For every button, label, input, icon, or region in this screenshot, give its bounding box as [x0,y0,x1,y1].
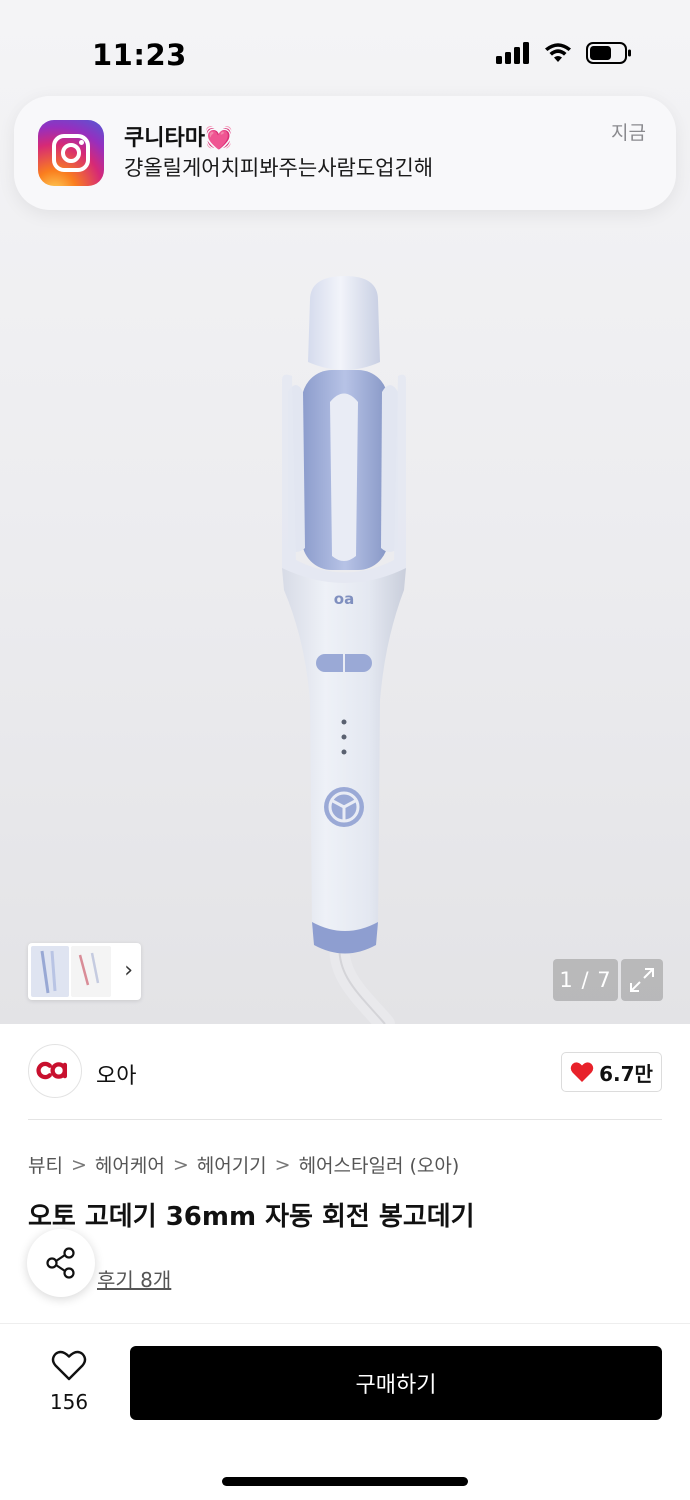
expand-icon [630,968,654,992]
divider [28,1119,662,1120]
svg-text:oa: oa [334,590,354,608]
breadcrumb-separator: > [70,1153,87,1176]
oa-logo-icon [36,1061,68,1080]
wifi-icon [545,43,571,62]
thumbnail-strip-button[interactable]: › [28,943,141,1000]
reviews-link[interactable]: 후기 8개 [97,1264,171,1293]
notification-title: 쿠니타마💓 [124,126,233,151]
wishlist-count: 156 [49,1390,89,1414]
thumbnail-preview [31,946,111,997]
brand-like-count: 6.7만 [599,1061,653,1086]
share-icon [46,1247,75,1279]
home-indicator[interactable] [222,1477,468,1486]
bottom-bar-divider [0,1323,690,1324]
wishlist-button[interactable]: 156 [36,1346,102,1420]
breadcrumb: 뷰티 > 헤어케어 > 헤어기기 > 헤어스타일러 (오아) [28,1151,459,1178]
product-title: 오토 고데기 36mm 자동 회전 봉고데기 [28,1202,475,1232]
heart-outline-icon [51,1350,87,1381]
breadcrumb-item-hair-styler[interactable]: 헤어스타일러 (오아) [299,1151,460,1178]
notification-body: 걍올릴게어치피봐주는사람도업긴해 [124,156,434,180]
brand-like-button[interactable]: 6.7만 [561,1052,662,1092]
breadcrumb-item-hair-devices[interactable]: 헤어기기 [197,1151,267,1178]
brand-logo[interactable] [28,1044,82,1098]
cellular-signal-icon [496,42,529,64]
breadcrumb-separator: > [172,1153,189,1176]
share-button[interactable] [27,1229,95,1297]
chevron-right-icon: › [124,958,133,983]
instagram-icon [38,120,104,186]
brand-name[interactable]: 오아 [96,1058,136,1090]
status-time: 11:23 [92,38,187,72]
breadcrumb-item-haircare[interactable]: 헤어케어 [95,1151,165,1178]
notification-time: 지금 [611,122,646,144]
buy-button[interactable]: 구매하기 [130,1346,662,1420]
heart-filled-icon [570,1062,594,1082]
image-page-counter: 1 / 7 [553,959,618,1001]
breadcrumb-separator: > [274,1153,291,1176]
battery-icon [586,42,631,64]
expand-button[interactable] [621,959,663,1001]
breadcrumb-item-beauty[interactable]: 뷰티 [28,1151,63,1178]
status-icons [496,42,632,64]
